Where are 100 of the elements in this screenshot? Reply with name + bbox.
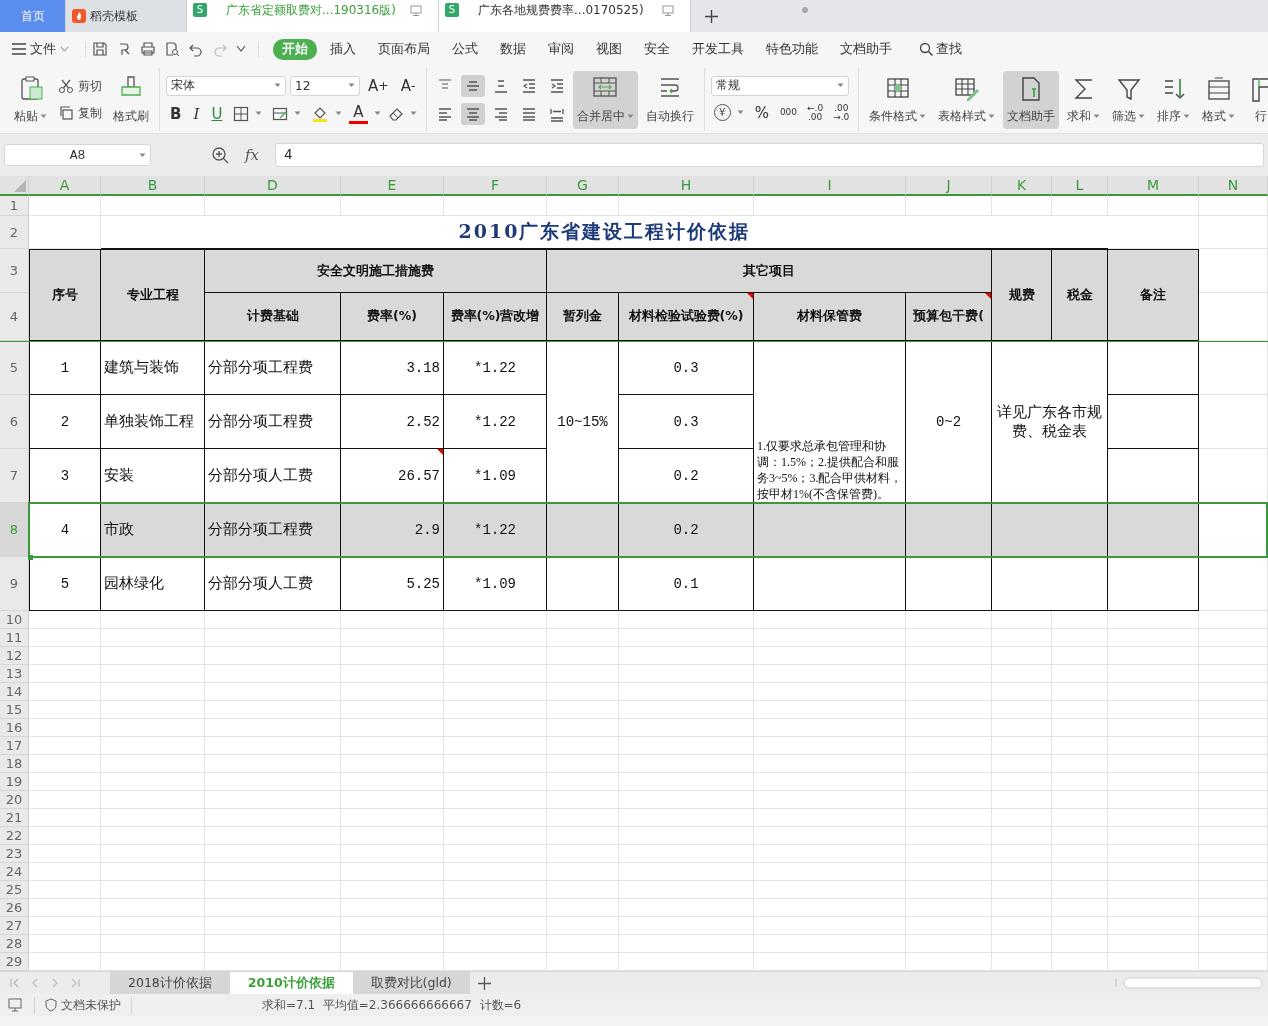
empty-cell[interactable]	[547, 845, 619, 863]
empty-cell[interactable]	[547, 701, 619, 719]
row-number[interactable]: 1	[0, 196, 29, 216]
empty-cell[interactable]	[101, 845, 205, 863]
protection-status[interactable]: 文档未保护	[61, 996, 121, 1014]
menu-tab[interactable]: 特色功能	[757, 38, 827, 60]
row-number[interactable]: 24	[0, 863, 29, 881]
empty-cell[interactable]	[547, 737, 619, 755]
empty-cell[interactable]	[906, 773, 992, 791]
empty-cell[interactable]	[341, 791, 444, 809]
empty-cell[interactable]	[992, 755, 1052, 773]
font-size-field[interactable]: 12	[290, 75, 360, 96]
empty-cell[interactable]	[341, 845, 444, 863]
row-number[interactable]: 7	[0, 449, 29, 503]
empty-cell[interactable]	[619, 917, 754, 935]
empty-cell[interactable]	[619, 665, 754, 683]
empty-cell[interactable]	[101, 647, 205, 665]
empty-cell[interactable]	[906, 719, 992, 737]
empty-cell[interactable]	[341, 647, 444, 665]
empty-cell[interactable]	[205, 737, 341, 755]
empty-cell[interactable]	[992, 196, 1052, 216]
row-number[interactable]: 12	[0, 647, 29, 665]
empty-cell[interactable]	[205, 683, 341, 701]
empty-cell[interactable]	[906, 899, 992, 917]
empty-cell[interactable]	[444, 755, 547, 773]
empty-cell[interactable]	[754, 629, 906, 647]
empty-cell[interactable]	[754, 827, 906, 845]
empty-cell[interactable]	[1108, 827, 1199, 845]
empty-cell[interactable]	[1199, 881, 1268, 899]
name-box[interactable]: A8	[4, 144, 151, 166]
empty-cell[interactable]	[1052, 809, 1108, 827]
underline-button[interactable]: U	[207, 102, 227, 125]
empty-cell[interactable]	[205, 917, 341, 935]
empty-cell[interactable]	[101, 665, 205, 683]
empty-cell[interactable]	[1199, 791, 1268, 809]
ribbon-button[interactable]: 筛选	[1108, 70, 1150, 129]
empty-cell[interactable]	[619, 881, 754, 899]
empty-cell[interactable]	[341, 719, 444, 737]
empty-cell[interactable]	[906, 917, 992, 935]
empty-cell[interactable]	[205, 701, 341, 719]
empty-cell[interactable]	[619, 701, 754, 719]
empty-cell[interactable]	[444, 683, 547, 701]
row-number[interactable]: 28	[0, 935, 29, 953]
function-label[interactable]: fx	[245, 146, 259, 164]
empty-cell[interactable]	[992, 629, 1052, 647]
empty-cell[interactable]	[1052, 665, 1108, 683]
empty-cell[interactable]	[1108, 809, 1199, 827]
italic-button[interactable]: I	[189, 102, 204, 125]
font-color-button[interactable]: A	[349, 103, 368, 124]
empty-cell[interactable]	[906, 863, 992, 881]
empty-cell[interactable]	[754, 881, 906, 899]
empty-cell[interactable]	[101, 683, 205, 701]
empty-cell[interactable]	[754, 917, 906, 935]
empty-cell[interactable]	[906, 827, 992, 845]
empty-cell[interactable]	[619, 773, 754, 791]
empty-cell[interactable]	[1052, 719, 1108, 737]
ribbon-button[interactable]: 条件格式	[865, 70, 931, 129]
file-menu[interactable]: 文件	[6, 39, 75, 59]
empty-cell[interactable]	[906, 755, 992, 773]
empty-cell[interactable]	[1052, 791, 1108, 809]
empty-cell[interactable]	[444, 863, 547, 881]
empty-cell[interactable]	[205, 196, 341, 216]
empty-cell[interactable]	[906, 935, 992, 953]
empty-cell[interactable]	[1108, 899, 1199, 917]
empty-cell[interactable]	[341, 701, 444, 719]
empty-cell[interactable]	[992, 917, 1052, 935]
empty-cell[interactable]	[547, 809, 619, 827]
empty-cell[interactable]	[101, 629, 205, 647]
format-painter-button[interactable]: 格式刷	[109, 70, 153, 129]
empty-cell[interactable]	[205, 647, 341, 665]
search-button[interactable]: 查找	[913, 39, 968, 59]
empty-cell[interactable]	[444, 899, 547, 917]
empty-cell[interactable]	[444, 791, 547, 809]
empty-cell[interactable]	[1108, 845, 1199, 863]
sheet-tab[interactable]: 取费对比(gld)	[352, 972, 470, 994]
bold-button[interactable]: B	[166, 102, 186, 125]
empty-cell[interactable]	[444, 845, 547, 863]
empty-cell[interactable]	[205, 935, 341, 953]
empty-cell[interactable]	[992, 773, 1052, 791]
row-number[interactable]: 19	[0, 773, 29, 791]
empty-cell[interactable]	[547, 791, 619, 809]
empty-cell[interactable]	[1199, 755, 1268, 773]
menu-tab[interactable]: 文档助手	[831, 38, 901, 60]
empty-cell[interactable]	[619, 827, 754, 845]
empty-cell[interactable]	[1052, 196, 1108, 216]
empty-cell[interactable]	[341, 827, 444, 845]
empty-cell[interactable]	[754, 773, 906, 791]
empty-cell[interactable]	[1052, 863, 1108, 881]
empty-cell[interactable]	[906, 683, 992, 701]
empty-cell[interactable]	[619, 899, 754, 917]
empty-cell[interactable]	[1052, 935, 1108, 953]
empty-cell[interactable]	[101, 755, 205, 773]
empty-cell[interactable]	[1199, 647, 1268, 665]
empty-cell[interactable]	[101, 899, 205, 917]
empty-cell[interactable]	[619, 845, 754, 863]
empty-cell[interactable]	[341, 881, 444, 899]
empty-cell[interactable]	[444, 935, 547, 953]
currency-button[interactable]: ¥	[710, 102, 747, 123]
empty-cell[interactable]	[444, 917, 547, 935]
ribbon-button[interactable]: 求和	[1063, 70, 1105, 129]
